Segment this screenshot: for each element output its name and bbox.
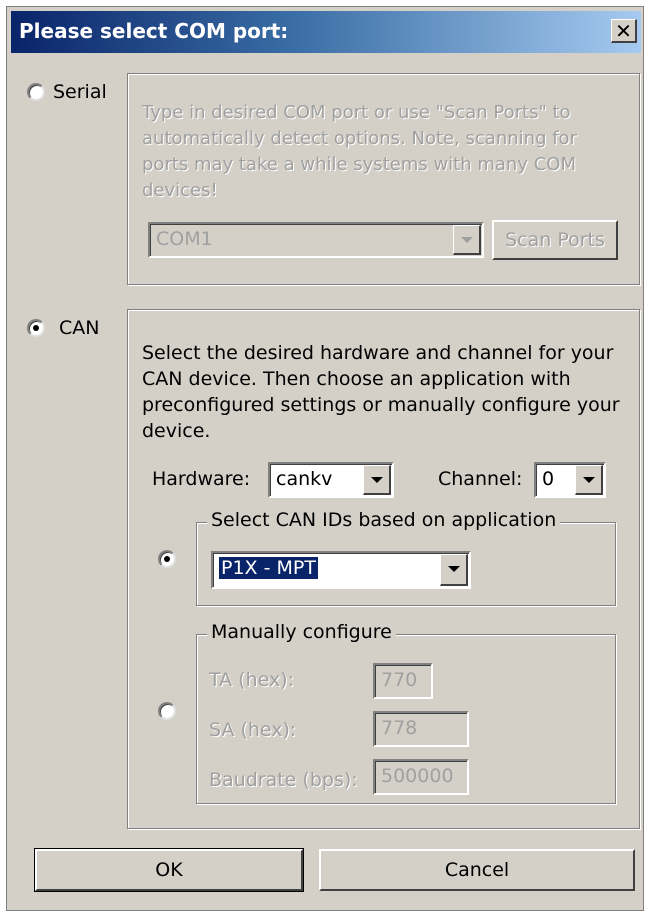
can-radio[interactable] xyxy=(27,319,45,337)
channel-dropdown-button[interactable] xyxy=(575,465,603,495)
serial-radio-label[interactable]: Serial xyxy=(53,81,107,103)
scan-ports-label: Scan Ports xyxy=(505,229,605,251)
application-value: P1X - MPT xyxy=(219,557,318,579)
chevron-down-icon xyxy=(583,477,595,483)
serial-radio[interactable] xyxy=(27,83,45,101)
sa-value: 778 xyxy=(381,717,418,739)
chevron-down-icon xyxy=(461,237,473,243)
hardware-label: Hardware: xyxy=(152,468,251,490)
close-button[interactable]: ✕ xyxy=(611,19,637,43)
radio-dot-icon xyxy=(164,556,170,562)
channel-label: Channel: xyxy=(438,468,523,490)
can-radio-label[interactable]: CAN xyxy=(59,317,99,339)
can-description: Select the desired hardware and channel … xyxy=(142,342,620,442)
manual-groupbox: Manually configure TA (hex): 770 SA (hex… xyxy=(196,621,616,804)
app-radio[interactable] xyxy=(158,550,176,568)
app-group-label: Select CAN IDs based on application xyxy=(207,509,561,531)
dialog-title: Please select COM port: xyxy=(19,19,289,43)
com-port-dropdown-button xyxy=(453,225,481,255)
baudrate-label: Baudrate (bps): xyxy=(209,769,358,791)
radio-dot-icon xyxy=(33,325,39,331)
ok-button[interactable]: OK xyxy=(34,848,304,892)
com-port-combobox: COM1 xyxy=(148,222,484,258)
close-icon: ✕ xyxy=(615,19,632,43)
ok-label: OK xyxy=(155,859,183,881)
manual-group-label: Manually configure xyxy=(207,621,396,643)
cancel-label: Cancel xyxy=(444,859,510,881)
ta-value: 770 xyxy=(381,669,418,691)
chevron-down-icon xyxy=(371,477,383,483)
serial-description: Type in desired COM port or use "Scan Po… xyxy=(142,102,577,201)
com-port-dialog: Please select COM port: ✕ Serial Type in… xyxy=(6,6,644,911)
cancel-button[interactable]: Cancel xyxy=(319,849,635,891)
serial-panel: Type in desired COM port or use "Scan Po… xyxy=(127,73,640,285)
ta-input: 770 xyxy=(373,663,433,699)
baudrate-value: 500000 xyxy=(381,765,454,787)
channel-combobox[interactable]: 0 xyxy=(534,462,606,498)
com-port-value: COM1 xyxy=(156,228,213,250)
baudrate-input: 500000 xyxy=(373,759,469,795)
title-bar[interactable]: Please select COM port: ✕ xyxy=(11,11,641,53)
scan-ports-button: Scan Ports xyxy=(492,220,618,260)
application-combobox[interactable]: P1X - MPT xyxy=(211,551,471,589)
chevron-down-icon xyxy=(448,566,460,572)
can-panel: Select the desired hardware and channel … xyxy=(127,309,640,829)
application-dropdown-button[interactable] xyxy=(440,554,468,586)
ta-label: TA (hex): xyxy=(209,669,295,691)
app-groupbox: Select CAN IDs based on application P1X … xyxy=(196,509,616,606)
hardware-value: cankv xyxy=(276,468,333,490)
channel-value: 0 xyxy=(542,468,555,490)
manual-radio[interactable] xyxy=(158,702,176,720)
sa-input: 778 xyxy=(373,711,469,747)
hardware-dropdown-button[interactable] xyxy=(363,465,391,495)
hardware-combobox[interactable]: cankv xyxy=(268,462,394,498)
sa-label: SA (hex): xyxy=(209,719,297,741)
